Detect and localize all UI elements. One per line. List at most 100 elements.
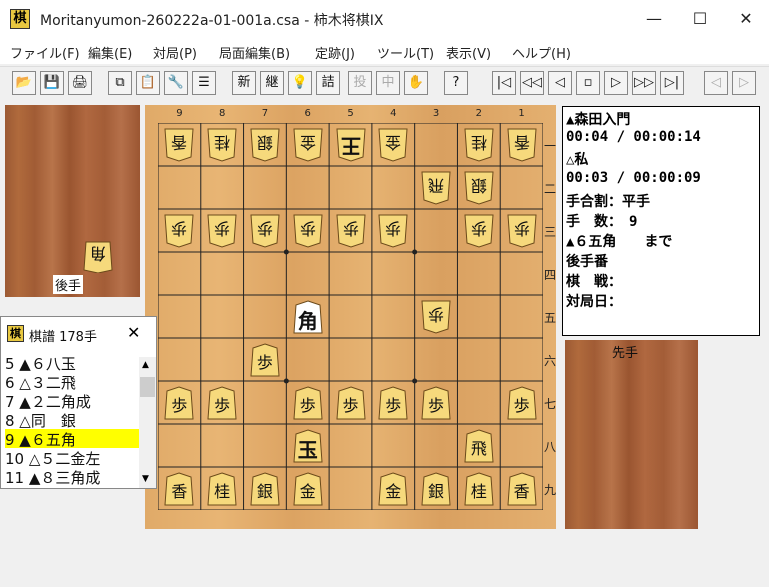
kifu-move-row[interactable]: 10 △５二金左 xyxy=(5,448,139,467)
print-icon[interactable]: 🖨 xyxy=(68,71,92,95)
sente-piece[interactable]: 歩 xyxy=(421,385,451,420)
gote-hand-piece[interactable]: 角 xyxy=(83,239,113,273)
gote-piece[interactable]: 桂 xyxy=(207,128,237,162)
column-label: 1 xyxy=(518,108,525,119)
gote-piece[interactable]: 歩 xyxy=(421,300,451,334)
gote-piece[interactable]: 歩 xyxy=(293,214,323,248)
pause-button[interactable]: 中 xyxy=(376,71,400,95)
forward-icon[interactable]: ▷ xyxy=(604,71,628,95)
scroll-thumb[interactable] xyxy=(140,377,155,397)
hint-icon[interactable]: 💡 xyxy=(288,71,312,95)
paste-icon[interactable]: 📋 xyxy=(136,71,160,95)
piece-glyph: 金 xyxy=(299,132,316,152)
gote-piece-stand[interactable]: 角 後手 xyxy=(5,105,140,297)
sente-piece[interactable]: 歩 xyxy=(164,385,194,420)
sente-piece[interactable]: 銀 xyxy=(421,471,451,506)
hand-icon[interactable]: ✋ xyxy=(404,71,428,95)
gote-piece[interactable]: 歩 xyxy=(464,214,494,248)
sente-piece[interactable]: 歩 xyxy=(335,385,366,420)
gote-piece[interactable]: 歩 xyxy=(164,214,194,248)
sente-piece[interactable]: 桂 xyxy=(207,471,237,506)
list-icon[interactable]: ☰ xyxy=(192,71,216,95)
kifu-move-row[interactable]: 9 ▲６五角 xyxy=(5,429,139,448)
gote-piece[interactable]: 歩 xyxy=(250,214,280,248)
gote-piece[interactable]: 歩 xyxy=(378,214,408,248)
menu-help[interactable]: ヘルプ(H) xyxy=(512,43,571,62)
piece-glyph: 歩 xyxy=(256,218,273,238)
sente-piece-stand[interactable]: 先手 xyxy=(565,340,698,529)
maximize-button[interactable]: ☐ xyxy=(677,0,723,38)
stop-icon[interactable]: ▫ xyxy=(576,71,600,95)
scroll-up-icon[interactable]: ▲ xyxy=(142,360,149,370)
kifu-move-row[interactable]: 8 △同 銀 xyxy=(5,410,139,429)
menu-view[interactable]: 表示(V) xyxy=(446,43,491,62)
scroll-down-icon[interactable]: ▼ xyxy=(142,474,149,484)
event: 棋 戦： xyxy=(566,274,622,290)
gote-piece[interactable]: 香 xyxy=(507,128,537,162)
kifu-move-row[interactable]: 6 △３二飛 xyxy=(5,372,139,391)
sente-piece[interactable]: 飛 xyxy=(464,428,494,463)
minimize-button[interactable]: — xyxy=(631,0,677,38)
open-icon[interactable]: 📂 xyxy=(12,71,36,95)
close-button[interactable]: ✕ xyxy=(723,0,769,38)
menu-tools[interactable]: ツール(T) xyxy=(377,43,434,62)
new-game-button[interactable]: 新 xyxy=(232,71,256,95)
sente-piece[interactable]: 銀 xyxy=(250,471,280,506)
row-label: 三 xyxy=(543,224,556,239)
gote-piece[interactable]: 飛 xyxy=(421,171,451,205)
gote-piece[interactable]: 桂 xyxy=(464,128,494,162)
sente-piece[interactable]: 角 xyxy=(293,299,323,334)
branch-prev-icon[interactable]: ◁ xyxy=(704,71,728,95)
gote-piece[interactable]: 王 xyxy=(335,128,366,162)
gote-piece[interactable]: 銀 xyxy=(464,171,494,205)
back-icon[interactable]: ◁ xyxy=(548,71,572,95)
gote-piece[interactable]: 香 xyxy=(164,128,194,162)
kifu-move-row[interactable]: 5 ▲６八玉 xyxy=(5,353,139,372)
forward-fast-icon[interactable]: ▷▷ xyxy=(632,71,656,95)
sente-piece[interactable]: 香 xyxy=(164,471,194,506)
last-move-icon[interactable]: ▷| xyxy=(660,71,684,95)
column-label: 4 xyxy=(390,108,397,119)
gote-piece[interactable]: 歩 xyxy=(335,214,366,248)
sente-piece[interactable]: 歩 xyxy=(293,385,323,420)
resign-button[interactable]: 投 xyxy=(348,71,372,95)
menu-joseki[interactable]: 定跡(J) xyxy=(315,43,355,62)
kifu-move-row[interactable]: 11 ▲８三角成 xyxy=(5,467,139,486)
gote-piece[interactable]: 歩 xyxy=(507,214,537,248)
sente-piece[interactable]: 歩 xyxy=(207,385,237,420)
sente-piece[interactable]: 玉 xyxy=(293,428,323,463)
tsume-button[interactable]: 詰 xyxy=(316,71,340,95)
gote-piece[interactable]: 金 xyxy=(293,128,323,162)
piece-glyph: 桂 xyxy=(214,481,231,501)
handicap: 手合割：平手 xyxy=(566,194,650,210)
column-label: 8 xyxy=(218,108,226,119)
menu-game[interactable]: 対局(P) xyxy=(153,43,197,62)
save-icon[interactable]: 💾 xyxy=(40,71,64,95)
sente-piece[interactable]: 歩 xyxy=(250,342,280,377)
kifu-close-button[interactable]: ✕ xyxy=(127,323,140,342)
row-label: 五 xyxy=(543,310,556,325)
sente-piece[interactable]: 香 xyxy=(507,471,537,506)
sente-piece[interactable]: 金 xyxy=(378,471,408,506)
gote-piece[interactable]: 歩 xyxy=(207,214,237,248)
move-count: 手 数： 9 xyxy=(566,214,638,230)
sente-piece[interactable]: 桂 xyxy=(464,471,494,506)
menu-board-edit[interactable]: 局面編集(B) xyxy=(219,43,290,62)
copy-icon[interactable]: ⧉ xyxy=(108,71,132,95)
wrench-icon[interactable]: 🔧 xyxy=(164,71,188,95)
sente-piece[interactable]: 金 xyxy=(293,471,323,506)
continue-button[interactable]: 継 xyxy=(260,71,284,95)
menu-edit[interactable]: 編集(E) xyxy=(88,43,132,62)
branch-next-icon[interactable]: ▷ xyxy=(732,71,756,95)
gote-piece[interactable]: 銀 xyxy=(250,128,280,162)
first-move-icon[interactable]: |◁ xyxy=(492,71,516,95)
kifu-move-row[interactable]: 7 ▲２二角成 xyxy=(5,391,139,410)
back-fast-icon[interactable]: ◁◁ xyxy=(520,71,544,95)
piece-glyph: 香 xyxy=(171,481,188,501)
kifu-scrollbar[interactable]: ▲ ▼ xyxy=(139,357,156,488)
gote-piece[interactable]: 金 xyxy=(378,128,408,162)
sente-piece[interactable]: 歩 xyxy=(507,385,537,420)
menu-file[interactable]: ファイル(F) xyxy=(10,43,80,62)
sente-piece[interactable]: 歩 xyxy=(378,385,408,420)
help-icon[interactable]: ? xyxy=(444,71,468,95)
